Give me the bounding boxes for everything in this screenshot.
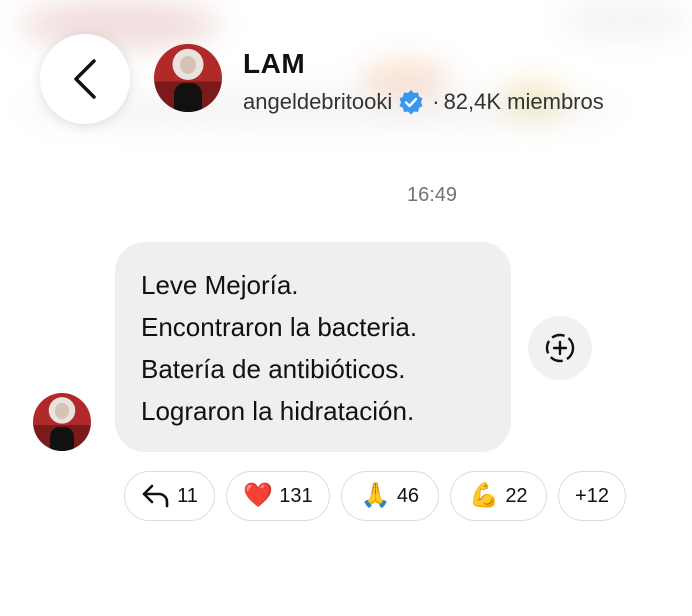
folded-hands-emoji: 🙏 (360, 482, 391, 509)
message-line: Batería de antibióticos. (141, 354, 406, 384)
more-reactions-count: +12 (575, 484, 609, 507)
reaction-count: 46 (396, 484, 420, 507)
add-reaction-button[interactable] (528, 316, 592, 380)
channel-avatar[interactable] (154, 44, 222, 112)
reaction-folded-hands-pill[interactable]: 🙏 46 (341, 471, 439, 521)
member-count: 82,4K miembros (443, 89, 604, 114)
chevron-left-icon (74, 59, 96, 99)
heart-emoji: ❤️ (243, 482, 274, 509)
reaction-biceps-pill[interactable]: 💪 22 (450, 471, 547, 521)
channel-name[interactable]: LAM (243, 48, 305, 80)
reaction-heart-pill[interactable]: ❤️ 131 (226, 471, 330, 521)
add-reaction-icon (545, 333, 575, 363)
reply-count: 11 (177, 484, 198, 507)
message-line: Leve Mejoría. (141, 270, 299, 300)
reaction-count: 22 (505, 484, 528, 507)
reply-arrow-icon (142, 484, 169, 508)
message-bubble[interactable]: Leve Mejoría. Encontraron la bacteria. B… (115, 242, 511, 452)
more-reactions-pill[interactable]: +12 (558, 471, 626, 521)
message-line: Lograron la hidratación. (141, 396, 415, 426)
back-button[interactable] (40, 34, 130, 124)
reply-count-pill[interactable]: 11 (124, 471, 215, 521)
verified-badge-icon (399, 90, 423, 115)
background-blur (560, 0, 690, 40)
sender-avatar[interactable] (33, 393, 91, 451)
background-blur (20, 0, 220, 50)
username[interactable]: angeldebritooki (243, 89, 392, 115)
reaction-count: 131 (279, 484, 313, 507)
separator-dot: · (432, 89, 440, 114)
channel-subtitle: angeldebritooki · 82,4K miembros (243, 89, 604, 115)
flexed-biceps-emoji: 💪 (469, 482, 500, 509)
message-line: Encontraron la bacteria. (141, 312, 418, 342)
message-timestamp: 16:49 (406, 184, 458, 206)
